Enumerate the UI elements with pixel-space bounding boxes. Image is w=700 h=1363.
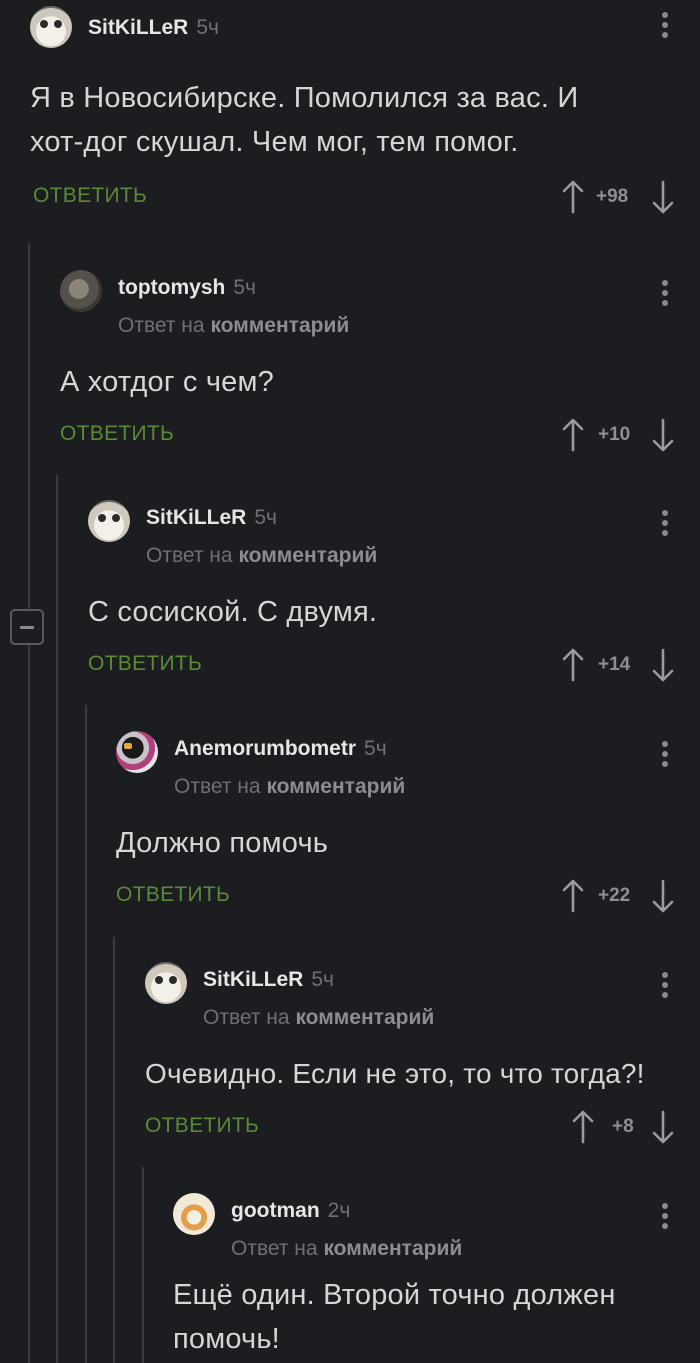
reply-button[interactable]: ОТВЕТИТЬ <box>88 652 202 676</box>
thread-line-3 <box>85 705 87 1363</box>
thread-line-5 <box>142 1167 144 1363</box>
score: +22 <box>598 885 631 906</box>
avatar[interactable] <box>60 270 102 312</box>
arrow-up-icon[interactable] <box>572 1110 594 1144</box>
username[interactable]: gootman 2ч <box>231 1199 350 1223</box>
arrow-down-icon[interactable] <box>652 180 674 214</box>
reply-to: Ответ на комментарий <box>203 1006 435 1029</box>
reply-to-link[interactable]: комментарий <box>266 775 405 798</box>
reply-button[interactable]: ОТВЕТИТЬ <box>33 184 147 208</box>
username[interactable]: Anemorumbometr 5ч <box>174 737 387 761</box>
vote-controls: +98 <box>562 180 674 216</box>
reply-to-link[interactable]: комментарий <box>295 1006 434 1029</box>
arrow-down-icon[interactable] <box>652 648 674 682</box>
kebab-menu-icon[interactable] <box>662 972 670 1002</box>
username[interactable]: toptomysh 5ч <box>118 276 256 300</box>
arrow-up-icon[interactable] <box>562 180 584 214</box>
comment-time: 5ч <box>233 276 256 299</box>
avatar[interactable] <box>173 1193 215 1235</box>
comment-text: Должно помочь <box>116 827 329 859</box>
reply-button[interactable]: ОТВЕТИТЬ <box>60 422 174 446</box>
score: +98 <box>596 186 629 207</box>
comment-text: Я в Новосибирске. Помолился за вас. И хо… <box>30 82 579 158</box>
avatar[interactable] <box>88 500 130 542</box>
comment: SitKiLLeR 5ч Ответ на комментарий С сосис… <box>88 500 700 692</box>
arrow-down-icon[interactable] <box>652 1110 674 1144</box>
arrow-up-icon[interactable] <box>562 418 584 452</box>
vote-controls: +8 <box>572 1110 674 1146</box>
kebab-menu-icon[interactable] <box>662 510 670 540</box>
comment-time: 2ч <box>327 1199 351 1222</box>
arrow-down-icon[interactable] <box>652 879 674 913</box>
kebab-menu-icon[interactable] <box>662 280 670 310</box>
score: +10 <box>598 424 631 445</box>
arrow-up-icon[interactable] <box>562 879 584 913</box>
vote-controls: +14 <box>562 648 674 684</box>
score: +8 <box>612 1116 634 1137</box>
username[interactable]: SitKiLLeR 5ч <box>88 16 219 40</box>
reply-button[interactable]: ОТВЕТИТЬ <box>145 1114 259 1138</box>
thread-line-2 <box>56 475 58 1363</box>
reply-to: Ответ на комментарий <box>231 1237 463 1260</box>
reply-to-link[interactable]: комментарий <box>323 1237 462 1260</box>
arrow-down-icon[interactable] <box>652 418 674 452</box>
reply-to: Ответ на комментарий <box>118 314 350 337</box>
kebab-menu-icon[interactable] <box>662 741 670 771</box>
comment-time: 5ч <box>364 737 387 760</box>
comment-text: А хотдог с чем? <box>60 366 274 398</box>
arrow-up-icon[interactable] <box>562 648 584 682</box>
comment: SitKiLLeR 5ч Я в Новосибирске. Помолился … <box>30 6 700 224</box>
comment-text: Очевидно. Если не это, то что тогда?! <box>145 1058 645 1089</box>
username[interactable]: SitKiLLeR 5ч <box>146 506 277 530</box>
reply-to-link[interactable]: комментарий <box>210 314 349 337</box>
collapse-thread-icon[interactable] <box>10 609 44 645</box>
vote-controls: +22 <box>562 879 674 915</box>
avatar[interactable] <box>30 6 72 48</box>
reply-to: Ответ на комментарий <box>174 775 406 798</box>
score: +14 <box>598 654 631 675</box>
vote-controls: +10 <box>562 418 674 454</box>
avatar[interactable] <box>145 962 187 1004</box>
comment-time: 5ч <box>254 506 277 529</box>
comment-time: 5ч <box>196 16 219 39</box>
comment: toptomysh 5ч Ответ на комментарий А хотдо… <box>60 270 700 462</box>
reply-to-link[interactable]: комментарий <box>238 544 377 567</box>
comment: gootman 2ч Ответ на комментарий Ещё один.… <box>173 1193 700 1361</box>
comment-text: С сосиской. С двумя. <box>88 596 378 628</box>
comment-text: Ещё один. Второй точно должен помочь! <box>173 1279 616 1355</box>
reply-to: Ответ на комментарий <box>146 544 378 567</box>
comment: Anemorumbometr 5ч Ответ на комментарий До… <box>116 731 700 923</box>
comment: SitKiLLeR 5ч Ответ на комментарий Очевидн… <box>145 962 700 1154</box>
thread-line-1 <box>28 243 30 1363</box>
reply-button[interactable]: ОТВЕТИТЬ <box>116 883 230 907</box>
thread-line-4 <box>113 937 115 1363</box>
kebab-menu-icon[interactable] <box>662 1203 670 1233</box>
comment-time: 5ч <box>311 968 334 991</box>
kebab-menu-icon[interactable] <box>662 12 670 42</box>
avatar[interactable] <box>116 731 158 773</box>
username[interactable]: SitKiLLeR 5ч <box>203 968 334 992</box>
